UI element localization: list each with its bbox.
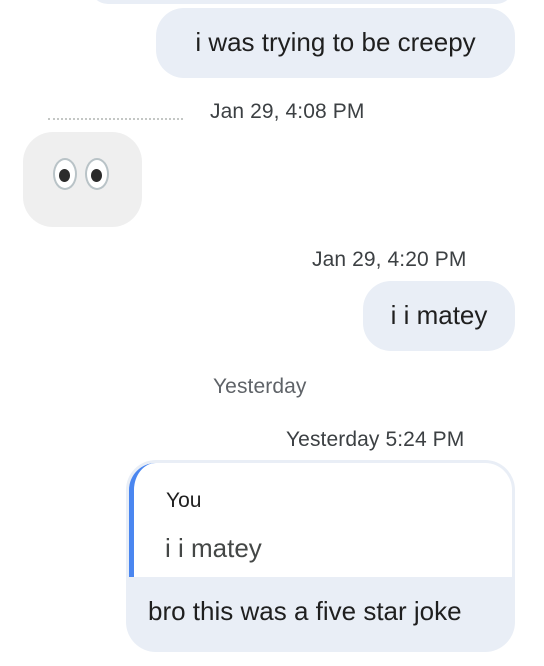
reply-message-bubble[interactable]: You i i matey bro this was a five star j… — [126, 460, 515, 652]
eyes-emoji — [53, 158, 77, 190]
message-bubble-outgoing[interactable]: i i matey — [363, 281, 515, 351]
message-timestamp: Jan 29, 4:08 PM — [210, 100, 365, 123]
message-timestamp: Jan 29, 4:20 PM — [312, 248, 467, 271]
previous-message-bubble[interactable] — [90, 0, 514, 4]
quoted-author: You — [166, 489, 202, 512]
quoted-message[interactable]: You i i matey — [129, 463, 512, 577]
message-bubble-incoming[interactable] — [23, 132, 142, 227]
message-text: i i matey — [390, 300, 488, 330]
day-divider: Yesterday — [213, 375, 307, 398]
quoted-text: i i matey — [165, 533, 262, 563]
pupil — [59, 169, 70, 182]
sender-name-placeholder — [48, 118, 183, 120]
eyes-emoji-right — [85, 158, 109, 190]
message-bubble-outgoing[interactable]: i was trying to be creepy — [156, 8, 515, 78]
pupil — [91, 169, 102, 182]
message-timestamp: Yesterday 5:24 PM — [286, 428, 465, 451]
message-text: i was trying to be creepy — [195, 27, 476, 57]
message-text: bro this was a five star joke — [148, 596, 462, 626]
